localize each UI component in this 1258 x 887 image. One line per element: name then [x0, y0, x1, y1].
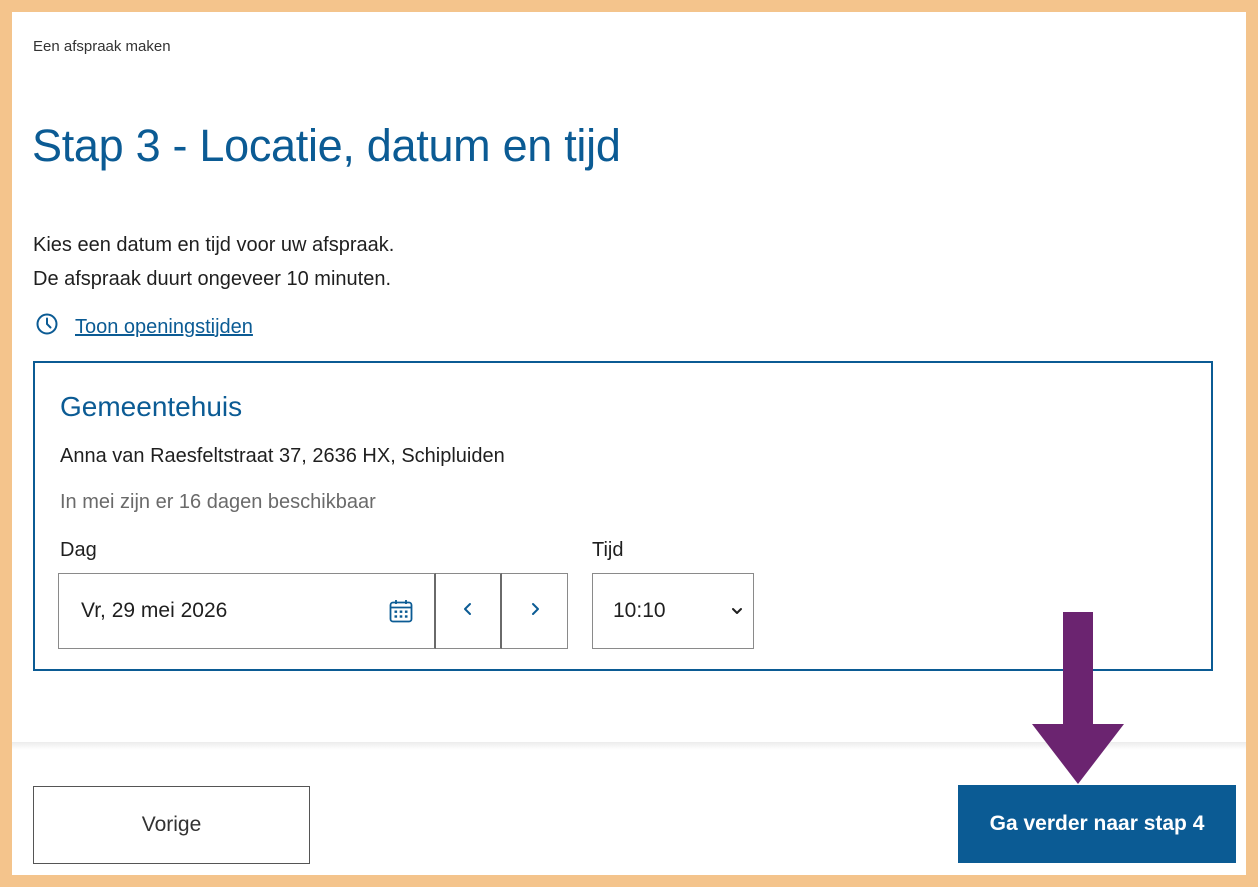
- previous-button[interactable]: Vorige: [33, 786, 310, 864]
- date-field[interactable]: Vr, 29 mei 2026: [58, 573, 436, 649]
- location-address: Anna van Raesfeltstraat 37, 2636 HX, Sch…: [60, 445, 505, 467]
- continue-button[interactable]: Ga verder naar stap 4: [958, 785, 1236, 863]
- intro-line-2: De afspraak duurt ongeveer 10 minuten.: [33, 268, 391, 290]
- chevron-down-icon: [731, 599, 743, 623]
- time-label: Tijd: [592, 539, 624, 561]
- calendar-icon[interactable]: [388, 598, 414, 624]
- opening-hours-label[interactable]: Toon openingstijden: [75, 316, 253, 339]
- intro-line-1: Kies een datum en tijd voor uw afspraak.: [33, 234, 395, 256]
- breadcrumb: Een afspraak maken: [33, 38, 171, 55]
- date-picker: Vr, 29 mei 2026: [58, 573, 568, 649]
- availability-text: In mei zijn er 16 dagen beschikbaar: [60, 491, 376, 513]
- day-label: Dag: [60, 539, 97, 561]
- date-value[interactable]: Vr, 29 mei 2026: [81, 599, 227, 623]
- time-select[interactable]: 10:10: [592, 573, 754, 649]
- intro-text: Kies een datum en tijd voor uw afspraak.…: [33, 228, 394, 296]
- next-day-button[interactable]: [502, 573, 568, 649]
- clock-icon: [35, 312, 59, 342]
- opening-hours-link[interactable]: Toon openingstijden: [35, 312, 253, 342]
- previous-day-button[interactable]: [436, 573, 502, 649]
- page-title: Stap 3 - Locatie, datum en tijd: [32, 120, 621, 171]
- location-name: Gemeentehuis: [60, 391, 243, 422]
- chevron-left-icon: [461, 602, 475, 621]
- chevron-right-icon: [528, 602, 542, 621]
- arrow-down-icon: [1032, 612, 1124, 784]
- time-value[interactable]: 10:10: [613, 599, 666, 623]
